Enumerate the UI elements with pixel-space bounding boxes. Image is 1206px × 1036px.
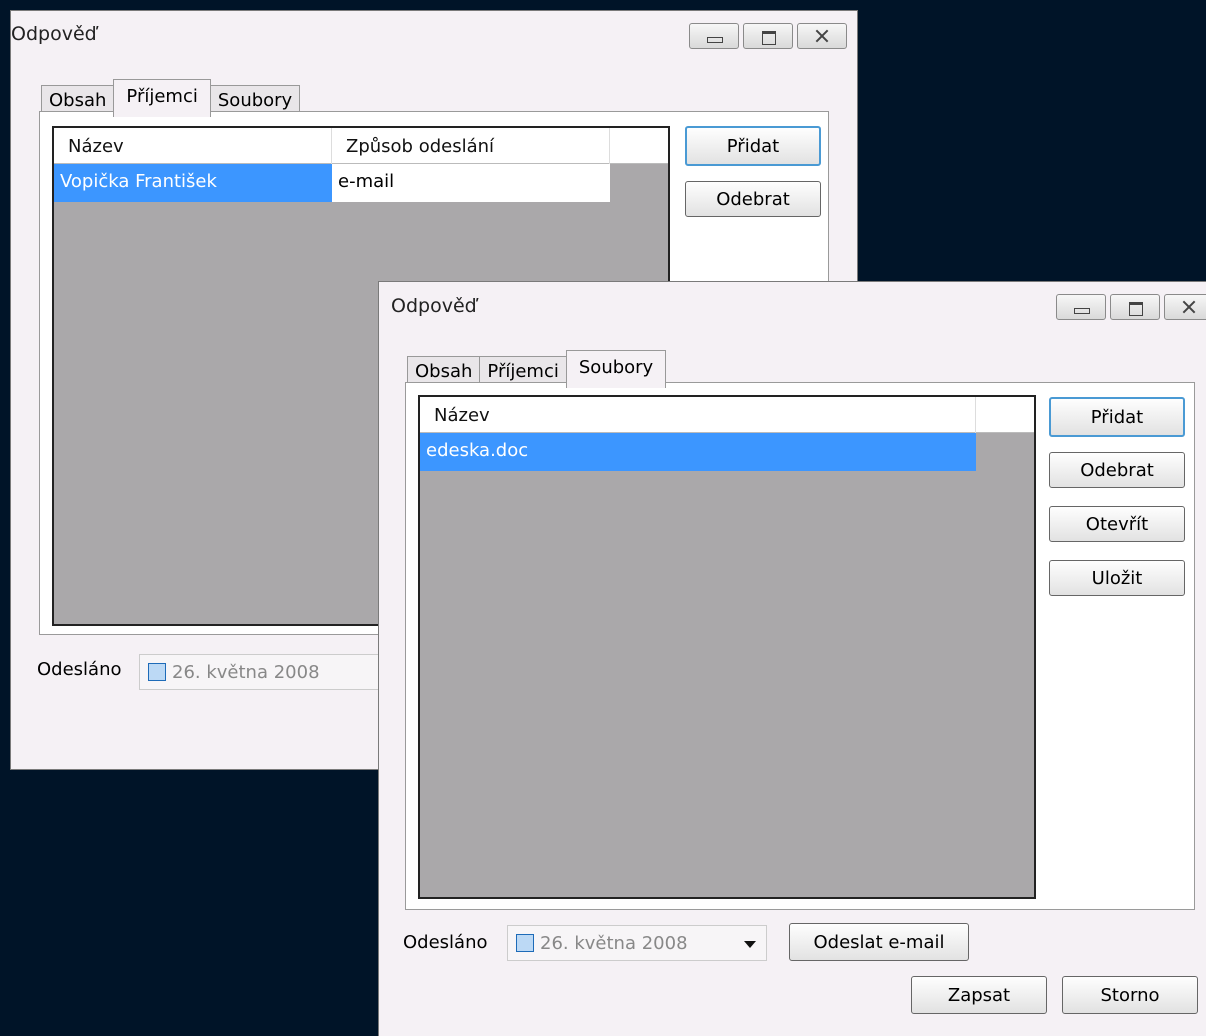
window-title: Odpověď xyxy=(391,295,477,317)
remove-button[interactable]: Odebrat xyxy=(685,181,821,217)
send-email-button[interactable]: Odeslat e-mail xyxy=(789,923,969,961)
tab-panel-soubory: Název edeska.doc Přidat Odebrat Otevřít … xyxy=(405,382,1195,910)
cell-recipient-name: Vopička František xyxy=(54,164,332,202)
cell-send-method: e-mail xyxy=(332,164,610,202)
open-button[interactable]: Otevřít xyxy=(1049,506,1185,542)
dialog-window-front: Odpověď Obsah Příjemci Soubory Název ede… xyxy=(378,281,1206,1036)
cell-file-name: edeska.doc xyxy=(420,433,976,471)
column-header-name[interactable]: Název xyxy=(420,397,976,433)
cancel-button[interactable]: Storno xyxy=(1062,976,1198,1014)
tab-prijemci[interactable]: Příjemci xyxy=(113,79,211,117)
maximize-icon[interactable] xyxy=(1110,294,1160,320)
add-button[interactable]: Přidat xyxy=(685,126,821,166)
sent-label: Odesláno xyxy=(403,932,488,953)
maximize-icon[interactable] xyxy=(743,23,793,49)
minimize-icon[interactable] xyxy=(1056,294,1106,320)
list-header: Název Způsob odeslání xyxy=(54,128,668,164)
save-button[interactable]: Uložit xyxy=(1049,560,1185,596)
tab-soubory[interactable]: Soubory xyxy=(565,350,667,388)
chevron-down-icon[interactable] xyxy=(744,941,756,948)
window-controls xyxy=(689,23,847,49)
title-bar[interactable]: Odpověď xyxy=(11,11,857,61)
sent-checkbox[interactable] xyxy=(148,663,166,681)
sent-date-value: 26. května 2008 xyxy=(540,932,688,954)
files-list[interactable]: Název edeska.doc xyxy=(418,395,1036,899)
table-row[interactable]: edeska.doc xyxy=(420,433,1034,471)
table-row[interactable]: Vopička František e-mail xyxy=(54,164,668,202)
close-icon[interactable] xyxy=(1164,294,1206,320)
sent-date-value: 26. května 2008 xyxy=(172,661,320,683)
list-header: Název xyxy=(420,397,1034,433)
title-bar[interactable]: Odpověď xyxy=(379,282,1206,332)
sent-checkbox[interactable] xyxy=(516,934,534,952)
close-icon[interactable] xyxy=(797,23,847,49)
remove-button[interactable]: Odebrat xyxy=(1049,452,1185,488)
write-button[interactable]: Zapsat xyxy=(911,976,1047,1014)
add-button[interactable]: Přidat xyxy=(1049,397,1185,437)
sent-date-picker[interactable]: 26. května 2008 xyxy=(507,925,767,961)
window-controls xyxy=(1056,294,1206,320)
column-header-send-method[interactable]: Způsob odeslání xyxy=(332,128,610,164)
minimize-icon[interactable] xyxy=(689,23,739,49)
column-header-name[interactable]: Název xyxy=(54,128,332,164)
sent-date-picker[interactable]: 26. května 2008 xyxy=(139,654,379,690)
window-title: Odpověď xyxy=(11,23,97,45)
sent-label: Odesláno xyxy=(37,659,122,680)
